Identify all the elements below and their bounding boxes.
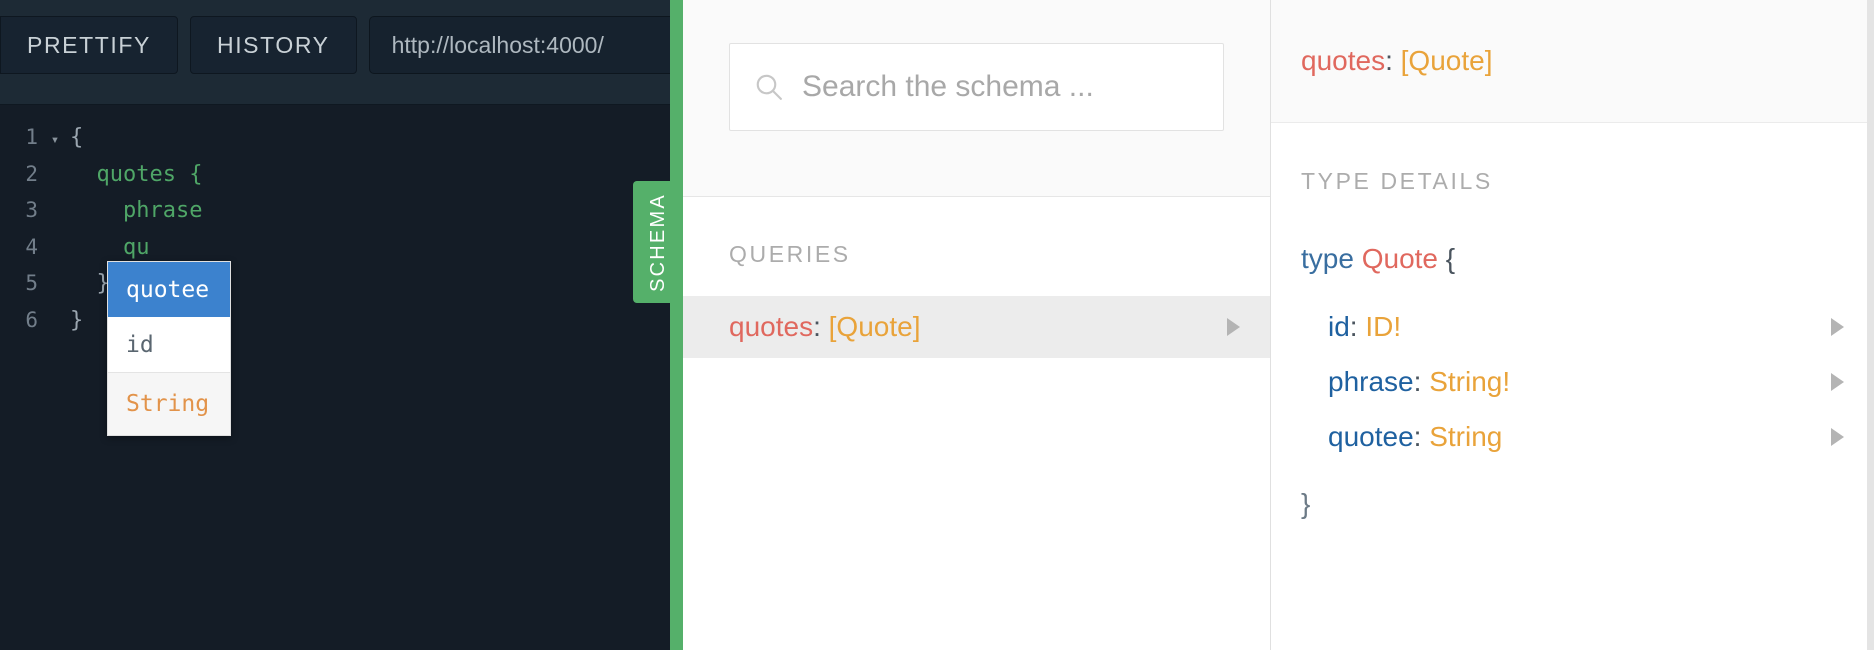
triangle-right-icon[interactable] [1831,372,1844,391]
type-header-name: quotes [1301,45,1386,76]
fold-arrow-icon[interactable]: ▾ [42,122,68,159]
type-detail-pane: quotes: [Quote] TYPE DETAILS type Quote … [1271,0,1874,650]
doc-entry-signature: quotes: [Quote] [729,311,920,343]
field-signature: id: ID! [1328,311,1401,343]
triangle-right-icon[interactable] [1831,427,1844,446]
line-number: 1 [25,125,38,149]
code-line: 1 ▾ { [0,119,683,156]
line-number: 2 [25,161,38,186]
line-number: 3 [25,198,38,222]
type-open-brace: { [1445,243,1456,274]
doc-entry-type: [Quote] [828,311,921,342]
doc-entry-separator: : [813,311,821,342]
autocomplete-option-quotee[interactable]: quotee [108,262,230,317]
field-signature: phrase: String! [1328,366,1510,398]
history-button[interactable]: HISTORY [189,16,357,74]
type-header-separator: : [1385,45,1393,76]
type-field-quotee[interactable]: quotee: String [1301,409,1874,464]
type-pane-scrollbar[interactable] [1867,0,1874,650]
field-name: phrase [1328,365,1414,397]
code-line: 6 } [0,302,683,339]
doc-explorer-pane: Search the schema ... QUERIES quotes: [Q… [683,0,1271,650]
doc-entry-quotes[interactable]: quotes: [Quote] [683,296,1270,358]
type-header-type: [Quote] [1400,45,1493,76]
query-editor-pane: PRETTIFY HISTORY http://localhost:4000/ … [0,0,683,650]
code-text: } [70,271,110,296]
type-signature-line: type Quote { [1301,243,1874,275]
code-text: quotes { [70,161,203,187]
type-fields-list: id: ID! phrase: String! quotee: String [1301,299,1874,464]
autocomplete-option-id[interactable]: id [108,317,230,372]
type-header-signature: quotes: [Quote] [1301,45,1492,77]
query-code-area[interactable]: 1 ▾ { 2 quotes { 3 phrase 4 qu 5} 6} q… [0,105,683,650]
code-text: } [70,307,84,333]
field-type: ID! [1365,310,1402,342]
autocomplete-popup[interactable]: quotee id String [107,261,231,436]
type-name: Quote [1361,243,1438,274]
prettify-button[interactable]: PRETTIFY [0,16,178,74]
line-number: 6 [25,307,38,332]
field-type: String [1429,420,1503,452]
type-close-brace: } [1301,488,1311,519]
code-lines: 1 ▾ { 2 quotes { 3 phrase 4 qu 5} 6} [0,119,683,338]
field-signature: quotee: String [1328,421,1502,453]
schema-tab-label: SCHEMA [646,192,669,292]
triangle-right-icon[interactable] [1831,317,1844,336]
field-name: quotee [1328,420,1414,452]
type-details-title: TYPE DETAILS [1301,168,1493,194]
code-text: { [70,125,84,150]
type-field-id[interactable]: id: ID! [1301,299,1874,354]
triangle-right-icon[interactable] [1227,318,1240,336]
editor-toolbar: PRETTIFY HISTORY http://localhost:4000/ [0,0,683,105]
doc-search-area: Search the schema ... [683,0,1270,197]
queries-list: quotes: [Quote] [683,296,1270,358]
autocomplete-type-hint: String [108,372,230,435]
queries-section-title: QUERIES [729,241,851,267]
type-detail-header: quotes: [Quote] [1271,0,1874,123]
code-line: 4 qu [0,229,683,266]
field-name: id [1328,310,1350,342]
line-number: 5 [25,271,38,295]
type-keyword: type [1301,243,1354,274]
schema-tab-button[interactable]: SCHEMA [633,181,683,303]
code-line: 5 } [0,265,683,302]
endpoint-url-input[interactable]: http://localhost:4000/ [368,16,683,74]
doc-entry-name: quotes [729,311,814,342]
type-field-phrase[interactable]: phrase: String! [1301,354,1874,409]
code-line: 2 quotes { [0,156,683,193]
field-separator: : [1349,310,1358,342]
code-line: 3 phrase [0,192,683,229]
field-type: String! [1429,365,1511,397]
graphiql-app: PRETTIFY HISTORY http://localhost:4000/ … [0,0,1874,650]
schema-panel-edge [670,0,683,650]
search-input[interactable]: Search the schema ... [729,43,1224,131]
code-text: phrase [70,198,203,223]
search-placeholder: Search the schema ... [802,70,1094,103]
search-icon [756,74,782,100]
line-number: 4 [25,234,38,259]
type-detail-body: TYPE DETAILS type Quote { id: ID! phrase… [1271,123,1874,520]
